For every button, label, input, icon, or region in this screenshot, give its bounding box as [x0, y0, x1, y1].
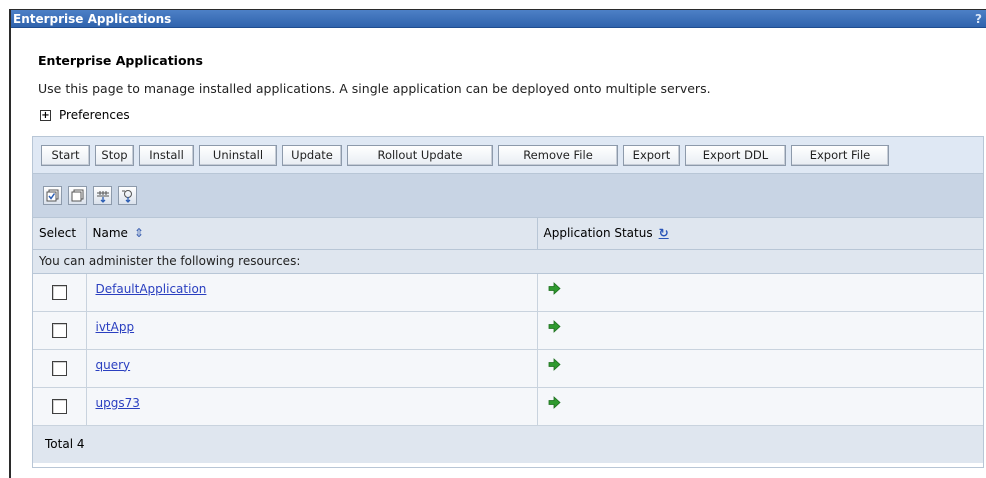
app-link[interactable]: upgs73 [96, 396, 140, 410]
start-button[interactable]: Start [41, 144, 90, 166]
preferences-toggle[interactable]: + Preferences [38, 107, 130, 123]
resources-message-row: You can administer the following resourc… [33, 249, 983, 274]
table-row: query [33, 349, 983, 388]
export-ddl-button[interactable]: Export DDL [685, 144, 786, 166]
update-button[interactable]: Update [282, 144, 342, 166]
window-title-bar: Enterprise Applications ? [11, 10, 986, 28]
window-title: Enterprise Applications [13, 12, 172, 26]
total-row: Total 4 [33, 425, 983, 463]
applications-table: Select Name ⇕ Application Status ↻ You can… [33, 218, 983, 463]
page-description: Use this page to manage installed applic… [38, 81, 711, 96]
clear-filter-icon[interactable] [118, 186, 137, 205]
select-all-icon[interactable] [43, 186, 62, 205]
uninstall-button[interactable]: Uninstall [199, 144, 277, 166]
sort-icon[interactable]: ⇕ [134, 226, 144, 240]
table-header-row: Select Name ⇕ Application Status ↻ [33, 218, 983, 250]
remove-file-button[interactable]: Remove File [498, 144, 618, 166]
stop-button[interactable]: Stop [95, 144, 134, 166]
refresh-status-icon[interactable]: ↻ [659, 226, 669, 240]
row-checkbox[interactable] [51, 360, 67, 376]
resources-message: You can administer the following resourc… [33, 249, 983, 274]
table-row: ivtApp [33, 311, 983, 350]
export-button[interactable]: Export [623, 144, 680, 166]
help-icon[interactable]: ? [975, 10, 982, 28]
selection-toolbar [33, 174, 983, 218]
started-arrow-icon [548, 357, 561, 371]
applications-collection: Start Stop Install Uninstall Update Roll… [32, 136, 984, 468]
app-link[interactable]: DefaultApplication [96, 282, 207, 296]
app-link[interactable]: query [96, 358, 131, 372]
started-arrow-icon [548, 395, 561, 409]
row-checkbox[interactable] [51, 398, 67, 414]
expand-icon[interactable]: + [40, 109, 51, 121]
table-row: DefaultApplication [33, 273, 983, 312]
deselect-all-icon[interactable] [68, 186, 87, 205]
rollout-update-button[interactable]: Rollout Update [347, 144, 493, 166]
row-checkbox[interactable] [51, 284, 67, 300]
page-title: Enterprise Applications [38, 53, 203, 68]
select-column-header: Select [33, 218, 87, 250]
show-filter-icon[interactable] [93, 186, 112, 205]
button-bar: Start Stop Install Uninstall Update Roll… [33, 137, 983, 174]
row-checkbox[interactable] [51, 322, 67, 338]
name-column-header[interactable]: Name ⇕ [86, 218, 538, 250]
app-link[interactable]: ivtApp [96, 320, 135, 334]
status-column-header: Application Status ↻ [537, 218, 983, 250]
started-arrow-icon [548, 281, 561, 295]
export-file-button[interactable]: Export File [791, 144, 889, 166]
table-row: upgs73 [33, 387, 983, 426]
total-count: Total 4 [33, 425, 983, 463]
install-button[interactable]: Install [139, 144, 194, 166]
started-arrow-icon [548, 319, 561, 333]
preferences-label[interactable]: Preferences [59, 107, 130, 123]
